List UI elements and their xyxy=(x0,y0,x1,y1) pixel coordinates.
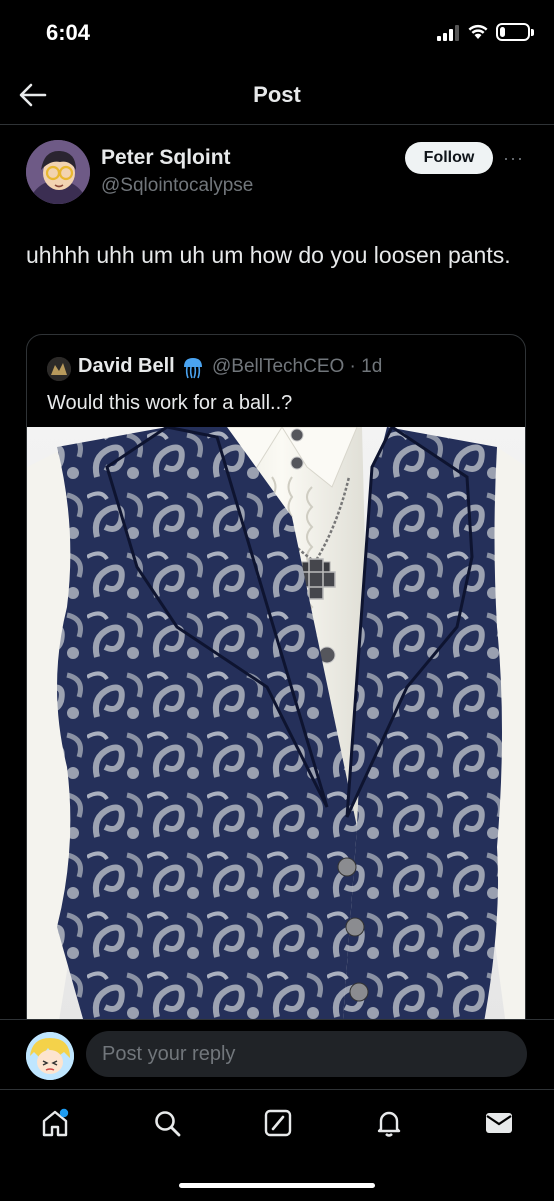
vest-photo[interactable] xyxy=(27,427,526,1033)
quoted-author-handle[interactable]: @BellTechCEO · 1d xyxy=(212,356,382,378)
home-icon[interactable] xyxy=(40,1108,70,1138)
more-options-icon[interactable]: ··· xyxy=(503,148,527,168)
quoted-author-name[interactable]: David Bell xyxy=(78,355,175,378)
jellyfish-emoji-icon xyxy=(184,358,202,379)
my-avatar[interactable] xyxy=(26,1032,74,1080)
quoted-author-avatar[interactable] xyxy=(47,357,71,381)
quoted-post[interactable]: David Bell @BellTechCEO · 1d Would this … xyxy=(26,334,526,1034)
battery-icon: 19 xyxy=(496,23,530,41)
reply-bar xyxy=(0,1019,554,1090)
header: Post xyxy=(0,64,554,125)
reply-input[interactable] xyxy=(86,1031,527,1077)
follow-button[interactable]: Follow xyxy=(405,142,493,174)
grok-icon[interactable] xyxy=(263,1108,293,1138)
notifications-icon[interactable] xyxy=(374,1108,404,1138)
author-name[interactable]: Peter Sqloint xyxy=(101,146,231,170)
avatar[interactable] xyxy=(26,140,90,204)
battery-tip xyxy=(531,29,534,36)
status-bar: 6:04 19 xyxy=(0,0,554,64)
home-indicator xyxy=(179,1183,375,1188)
status-time: 6:04 xyxy=(46,20,91,45)
avatar-illustration xyxy=(26,140,90,204)
wifi-icon xyxy=(468,24,488,39)
messages-icon[interactable] xyxy=(484,1108,514,1138)
post-text: uhhhh uhh um uh um how do you loosen pan… xyxy=(26,242,511,268)
signal-icon xyxy=(437,25,459,41)
search-icon[interactable] xyxy=(152,1108,182,1138)
quoted-post-text: Would this work for a ball..? xyxy=(47,392,293,414)
page-title: Post xyxy=(253,82,301,107)
battery-level: 19 xyxy=(506,25,520,39)
author-handle[interactable]: @Sqlointocalypse xyxy=(101,175,253,197)
